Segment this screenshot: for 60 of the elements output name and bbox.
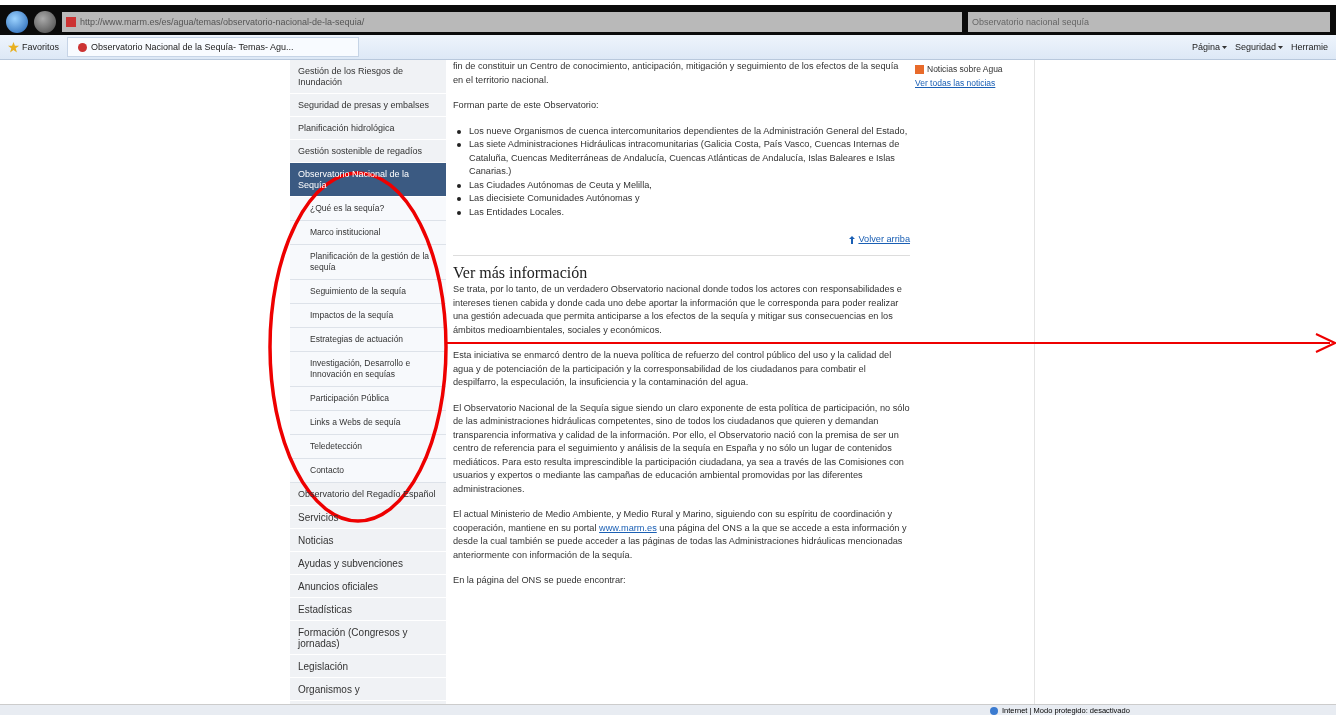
sidebar-item[interactable]: Noticias [290, 529, 446, 552]
sidebar-subitem[interactable]: ¿Qué es la sequía? [290, 197, 446, 221]
bullet-icon [457, 129, 461, 134]
member-item: Las diecisiete Comunidades Autónomas y [469, 192, 640, 205]
caret-icon [1221, 45, 1227, 49]
sidebar-item[interactable]: Ayudas y subvenciones [290, 552, 446, 575]
favorites-button[interactable]: Favoritos [8, 41, 59, 53]
body-paragraph: En la página del ONS se puede encontrar: [453, 574, 627, 587]
portal-link[interactable]: www.marm.es [599, 522, 657, 533]
star-icon [8, 41, 19, 53]
body-paragraph: Esta iniciativa se enmarcó dentro de la nueva política de refuerzo del control público del uso y la calidad del agua y de potenciación de la participación y la corresponsabilidad de los ciudadanos para combatir el despilfarro, la especulación, la insuficiencia y la contaminación del agua. [453, 349, 893, 389]
command-menu[interactable]: Herramie [1291, 42, 1328, 52]
bullet-icon [457, 183, 461, 188]
sidebar-subitem[interactable]: Links a Webs de sequía [290, 411, 446, 435]
globe-icon [990, 706, 998, 715]
site-icon [78, 42, 87, 52]
forward-button[interactable] [34, 10, 56, 33]
sidebar-item[interactable]: Servicios [290, 506, 446, 529]
back-to-top-link[interactable]: Volver arriba [858, 233, 910, 247]
bullet-icon [457, 143, 461, 147]
up-arrow-icon [849, 235, 856, 244]
command-menu[interactable]: Página [1191, 42, 1227, 52]
sidebar-item[interactable]: Formación (Congresos y jornadas) [290, 621, 446, 655]
command-menu[interactable]: Seguridad [1234, 42, 1283, 52]
sidebar-item[interactable]: Estadísticas [290, 598, 446, 621]
sidebar-subitem[interactable]: Marco institucional [290, 221, 446, 245]
member-item: Las Entidades Locales. [469, 205, 564, 219]
sidebar-subitem[interactable]: Participación Pública [290, 387, 446, 411]
intro-paragraph: fin de constituir un Centro de conocimiento, anticipación, mitigación y seguimiento de los efectos de la sequía en el territorio nacional. [453, 60, 900, 87]
news-feed-link[interactable]: Noticias sobre Agua [915, 64, 1030, 74]
member-item: Los nueve Organismos de cuenca intercomunitarios dependientes de la Administración General del Estado, [469, 124, 908, 138]
member-item: Las Ciudades Autónomas de Ceuta y Melilla, [469, 178, 652, 192]
bullet-icon [457, 197, 461, 201]
members-intro: Forman parte de este Observatorio: [453, 99, 600, 112]
caret-icon [1278, 45, 1283, 49]
sidebar-subitem[interactable]: Teledetección [290, 435, 446, 459]
back-button[interactable] [6, 10, 28, 33]
sidebar-subitem[interactable]: Planificación de la gestión de la sequía [290, 245, 446, 280]
sidebar-subitem[interactable]: Estrategias de actuación [290, 328, 446, 352]
section-heading: Ver más información [453, 265, 589, 279]
browser-tab[interactable]: Observatorio Nacional de la Sequía- Temas- Agu... [67, 37, 359, 57]
sidebar-subitem[interactable]: Impactos de la sequía [290, 304, 446, 328]
sidebar-subitem[interactable]: Investigación, Desarrollo e Innovación en sequías [290, 352, 446, 387]
sidebar-item[interactable]: Legislación [290, 655, 446, 678]
sidebar-item[interactable]: Gestión de los Riesgos de Inundación [290, 60, 446, 94]
feed-icon [915, 64, 924, 74]
member-item: Las siete Administraciones Hidráulicas intracomunitarias (Galicia Costa, País Vasco, Cuencas Internas de Cataluña, Cuencas Mediterráneas de Andalucía, Cuencas Atlánticas de Andalucía, Islas Baleares e Islas Canarias.) [469, 138, 901, 178]
body-paragraph: Se trata, por lo tanto, de un verdadero Observatorio nacional donde todos los actores con responsabilidades e intereses tienen cabida y donde cada uno debe aportar la información que le corresponda para poder realizar una gestión adecuada que permita anticiparse a los efectos de la sequía y mitigar sus consecuencias en los ámbitos medioambientales, sociales y económicos. [453, 283, 903, 337]
sidebar-item[interactable]: Organismos y [290, 678, 446, 701]
bullet-icon [457, 210, 461, 215]
page-icon [66, 16, 76, 27]
address-bar[interactable]: http://www.marm.es/es/agua/temas/observatorio-nacional-de-la-sequia/ [62, 11, 962, 32]
all-news-link[interactable]: Ver todas las noticias [915, 78, 1030, 88]
sidebar-item[interactable]: Planificación hidrológica [290, 117, 446, 140]
body-paragraph: El Observatorio Nacional de la Sequía sigue siendo un claro exponente de esta política de participación, no sólo de las administraciones hidráulicas competentes, sino de todos los ciudadanos que quieren y demandan transparencia informativa y calidad de la información. Por ello, el Observatorio nació con la premisa de ser un centro de referencia para el seguimiento y análisis de la sequía en España y no sólo un lugar de contenidos mediáticos. Para esto resulta imprescindible la participación ciudadana, ya sea a través de las Comisiones con usuarios y expertos o mediante las campañas de educación ambiental promovidas por las diferentes administraciones. [453, 401, 910, 496]
body-paragraph: El actual Ministerio de Medio Ambiente, y Medio Rural y Marino, siguiendo con su espíritu de coordinación y cooperación, mantiene en su portal www.marm.es una página del ONS a la que se accede a esta información y desde la cual también se puede acceder a las páginas de todas las Administraciones hidráulicas mencionadas anteriormente con información de la sequía. [453, 508, 908, 562]
sidebar-item[interactable]: Seguridad de presas y embalses [290, 94, 446, 117]
sidebar-subitem[interactable]: Contacto [290, 459, 446, 483]
sidebar-subitem[interactable]: Seguimiento de la sequía [290, 280, 446, 304]
sidebar-item[interactable]: Anuncios oficiales [290, 575, 446, 598]
